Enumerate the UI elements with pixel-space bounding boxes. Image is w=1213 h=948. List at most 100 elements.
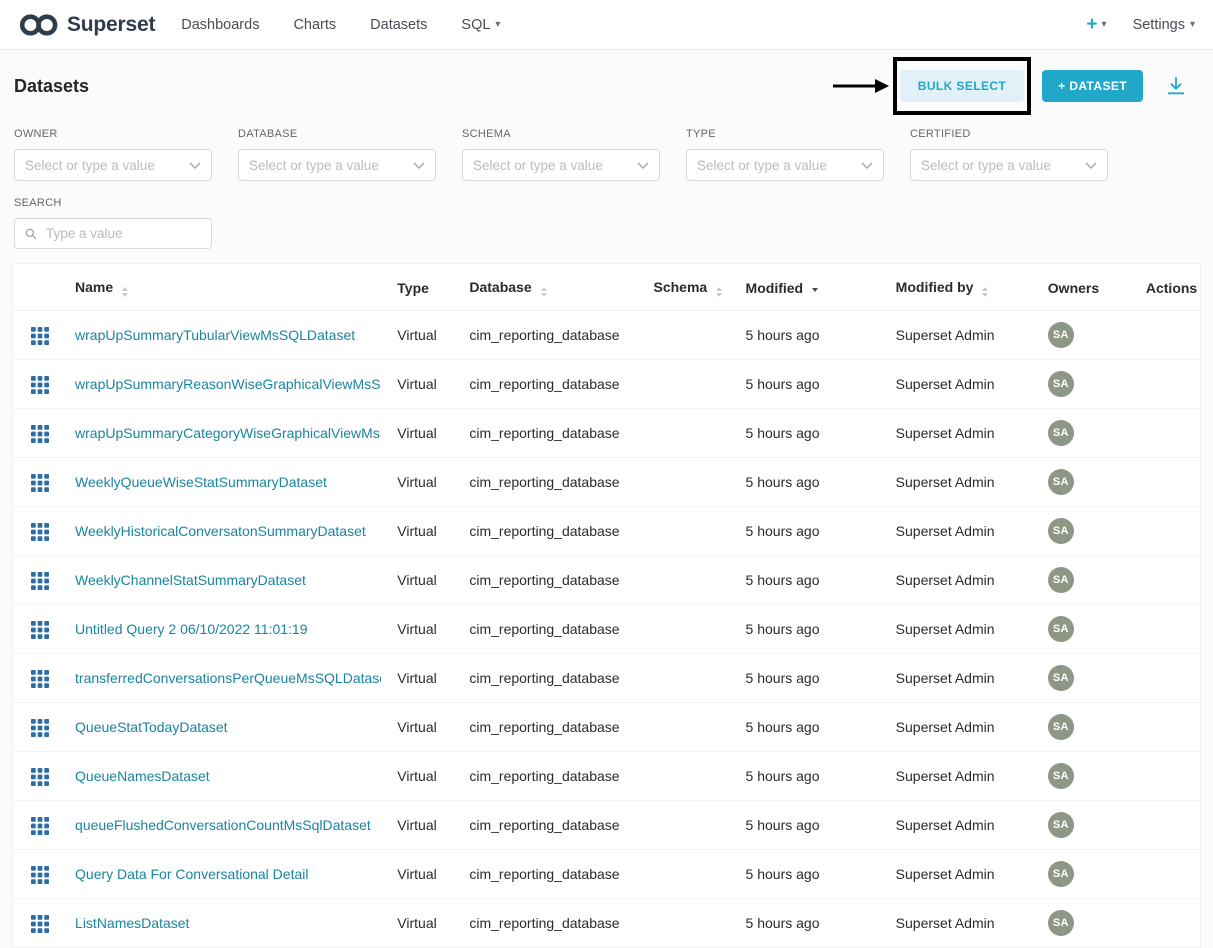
owner-avatar: SA xyxy=(1048,910,1074,936)
dataset-database-cell: cim_reporting_database xyxy=(461,605,645,654)
page-title: Datasets xyxy=(14,76,89,97)
dataset-schema-cell xyxy=(645,556,737,605)
dataset-grid-icon xyxy=(31,327,49,345)
bulk-select-button[interactable]: BULK SELECT xyxy=(900,70,1024,102)
select-placeholder: Select or type a value xyxy=(473,158,637,173)
dataset-name-link[interactable]: QueueStatTodayDataset xyxy=(75,719,381,735)
dataset-name-link[interactable]: WeeklyChannelStatSummaryDataset xyxy=(75,572,381,588)
dataset-schema-cell xyxy=(645,703,737,752)
add-dataset-button[interactable]: + DATASET xyxy=(1042,70,1143,102)
database-filter-select[interactable]: Select or type a value xyxy=(238,149,436,181)
sort-icon xyxy=(982,287,988,297)
schema-filter-select[interactable]: Select or type a value xyxy=(462,149,660,181)
table-row: WeeklyQueueWiseStatSummaryDataset Virtua… xyxy=(13,458,1200,507)
nav-item-sql[interactable]: SQL ▾ xyxy=(461,17,500,33)
owner-filter-select[interactable]: Select or type a value xyxy=(14,149,212,181)
dataset-database-cell: cim_reporting_database xyxy=(461,850,645,899)
type-filter-select[interactable]: Select or type a value xyxy=(686,149,884,181)
table-row: transferredConversationsPerQueueMsSQLDat… xyxy=(13,654,1200,703)
chevron-down-icon xyxy=(637,162,649,169)
dataset-modified-by-cell: Superset Admin xyxy=(888,850,1040,899)
dataset-name-link[interactable]: Untitled Query 2 06/10/2022 11:01:19 xyxy=(75,621,381,637)
brand-name: Superset xyxy=(67,13,155,37)
table-row: QueueStatTodayDataset Virtual cim_report… xyxy=(13,703,1200,752)
table-row: wrapUpSummaryReasonWiseGraphicalViewMsSQ… xyxy=(13,360,1200,409)
dataset-schema-cell xyxy=(645,752,737,801)
dataset-name-link[interactable]: WeeklyHistoricalConversatonSummaryDatase… xyxy=(75,523,381,539)
owner-avatar: SA xyxy=(1048,322,1074,348)
dataset-name-link[interactable]: ListNamesDataset xyxy=(75,915,381,931)
certified-filter-select[interactable]: Select or type a value xyxy=(910,149,1108,181)
top-nav: Superset Dashboards Charts Datasets SQL … xyxy=(0,0,1213,50)
plus-icon: + xyxy=(1086,15,1097,34)
dataset-modified-cell: 5 hours ago xyxy=(738,605,888,654)
dataset-modified-cell: 5 hours ago xyxy=(738,654,888,703)
dataset-modified-cell: 5 hours ago xyxy=(738,801,888,850)
dataset-name-link[interactable]: wrapUpSummaryTubularViewMsSQLDataset xyxy=(75,327,381,343)
nav-item-sql-label: SQL xyxy=(461,17,490,33)
select-placeholder: Select or type a value xyxy=(921,158,1085,173)
column-header-modified[interactable]: Modified xyxy=(738,264,888,311)
settings-menu[interactable]: Settings ▾ xyxy=(1133,17,1195,33)
owner-avatar: SA xyxy=(1048,812,1074,838)
dataset-grid-icon xyxy=(31,376,49,394)
new-item-menu[interactable]: + ▾ xyxy=(1086,15,1106,34)
table-row: wrapUpSummaryCategoryWiseGraphicalViewMs… xyxy=(13,409,1200,458)
settings-label: Settings xyxy=(1133,17,1185,33)
owner-avatar: SA xyxy=(1048,567,1074,593)
actions-cell xyxy=(1138,899,1200,948)
dataset-schema-cell xyxy=(645,801,737,850)
search-input[interactable] xyxy=(44,225,202,242)
actions-cell xyxy=(1138,556,1200,605)
export-datasets-button[interactable] xyxy=(1165,75,1187,97)
header-actions: BULK SELECT + DATASET xyxy=(900,70,1193,102)
column-header-type: Type xyxy=(389,264,461,311)
column-header-modified-by[interactable]: Modified by xyxy=(888,264,1040,311)
chevron-down-icon xyxy=(861,162,873,169)
dataset-modified-by-cell: Superset Admin xyxy=(888,458,1040,507)
dataset-modified-by-cell: Superset Admin xyxy=(888,409,1040,458)
dataset-grid-icon xyxy=(31,866,49,884)
nav-item-charts[interactable]: Charts xyxy=(293,17,336,33)
dataset-modified-by-cell: Superset Admin xyxy=(888,703,1040,752)
dataset-modified-by-cell: Superset Admin xyxy=(888,311,1040,360)
actions-cell xyxy=(1138,752,1200,801)
infinity-logo-icon xyxy=(18,12,60,38)
column-header-database[interactable]: Database xyxy=(461,264,645,311)
owner-avatar: SA xyxy=(1048,518,1074,544)
dataset-name-link[interactable]: wrapUpSummaryReasonWiseGraphicalViewMsSQ… xyxy=(75,376,381,392)
search-field[interactable] xyxy=(14,218,212,249)
dataset-schema-cell xyxy=(645,605,737,654)
dataset-modified-cell: 5 hours ago xyxy=(738,458,888,507)
dataset-grid-icon xyxy=(31,915,49,933)
column-header-schema[interactable]: Schema xyxy=(645,264,737,311)
dataset-type-cell: Virtual xyxy=(389,311,461,360)
actions-cell xyxy=(1138,654,1200,703)
table-row: Query Data For Conversational Detail Vir… xyxy=(13,850,1200,899)
table-row: queueFlushedConversationCountMsSqlDatase… xyxy=(13,801,1200,850)
owner-avatar: SA xyxy=(1048,665,1074,691)
download-icon xyxy=(1165,75,1187,97)
dataset-name-link[interactable]: QueueNamesDataset xyxy=(75,768,381,784)
nav-item-datasets[interactable]: Datasets xyxy=(370,17,427,33)
dataset-grid-icon xyxy=(31,670,49,688)
dataset-name-link[interactable]: queueFlushedConversationCountMsSqlDatase… xyxy=(75,817,381,833)
dataset-name-link[interactable]: transferredConversationsPerQueueMsSQLDat… xyxy=(75,670,381,686)
sort-icon xyxy=(716,287,722,297)
nav-item-dashboards[interactable]: Dashboards xyxy=(181,17,259,33)
dataset-name-link[interactable]: wrapUpSummaryCategoryWiseGraphicalViewMs… xyxy=(75,425,381,441)
dataset-modified-cell: 5 hours ago xyxy=(738,556,888,605)
dataset-schema-cell xyxy=(645,409,737,458)
dataset-modified-cell: 5 hours ago xyxy=(738,311,888,360)
chevron-down-icon xyxy=(189,162,201,169)
column-header-name[interactable]: Name xyxy=(67,264,389,311)
owner-avatar: SA xyxy=(1048,371,1074,397)
dataset-modified-cell: 5 hours ago xyxy=(738,507,888,556)
dataset-name-link[interactable]: Query Data For Conversational Detail xyxy=(75,866,381,882)
dataset-database-cell: cim_reporting_database xyxy=(461,899,645,948)
dataset-name-link[interactable]: WeeklyQueueWiseStatSummaryDataset xyxy=(75,474,381,490)
filter-label: CERTIFIED xyxy=(910,128,1108,140)
superset-logo[interactable]: Superset xyxy=(18,12,155,38)
dataset-modified-cell: 5 hours ago xyxy=(738,409,888,458)
table-body: wrapUpSummaryTubularViewMsSQLDataset Vir… xyxy=(13,311,1200,948)
